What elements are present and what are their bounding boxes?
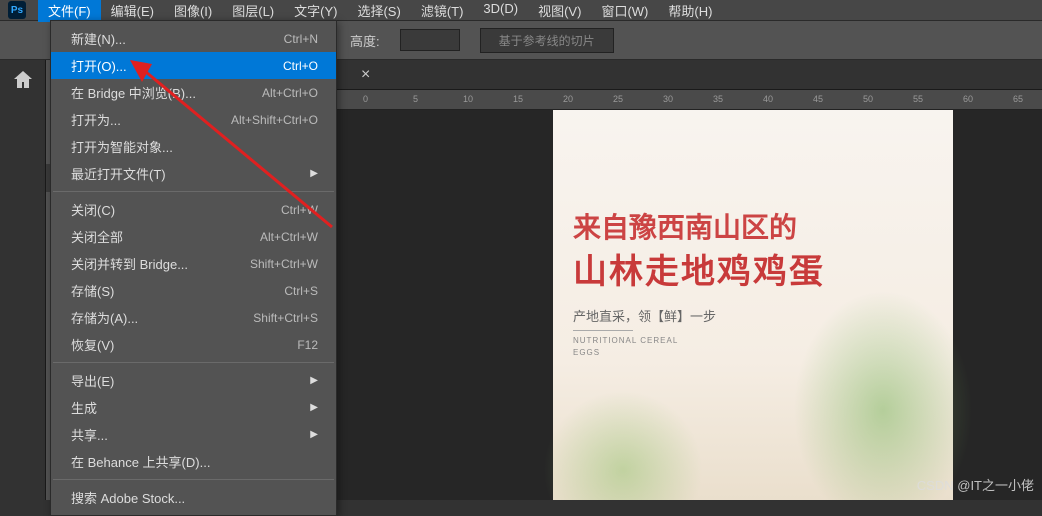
- ruler-mark: 10: [463, 94, 473, 104]
- menu-item-shortcut: Shift+Ctrl+W: [250, 257, 318, 271]
- file-menu-item-14[interactable]: 导出(E) ▶: [51, 367, 336, 394]
- menu-item-label: 生成: [71, 398, 97, 417]
- ps-logo-icon: Ps: [8, 1, 26, 19]
- menu-item-shortcut: Alt+Ctrl+W: [260, 230, 318, 244]
- height-input[interactable]: [400, 29, 460, 51]
- menu-item-shortcut: Ctrl+S: [284, 284, 318, 298]
- ruler-mark: 40: [763, 94, 773, 104]
- home-icon[interactable]: [10, 68, 36, 92]
- menu-separator: [53, 362, 334, 363]
- menu-item-label: 导出(E): [71, 371, 114, 390]
- menu-item-shortcut: Alt+Ctrl+O: [262, 86, 318, 100]
- ruler-mark: 50: [863, 94, 873, 104]
- menu-item-label: 最近打开文件(T): [71, 164, 166, 183]
- height-label: 高度:: [350, 31, 380, 50]
- menu-item-shortcut: Alt+Shift+Ctrl+O: [231, 113, 318, 127]
- file-menu-item-10[interactable]: 存储(S) Ctrl+S: [51, 277, 336, 304]
- menu-view[interactable]: 视图(V): [528, 0, 591, 22]
- menu-item-shortcut: Ctrl+O: [283, 59, 318, 73]
- menu-item-label: 关闭全部: [71, 227, 123, 246]
- file-menu-item-15[interactable]: 生成 ▶: [51, 394, 336, 421]
- ruler-mark: 35: [713, 94, 723, 104]
- file-menu-item-0[interactable]: 新建(N)... Ctrl+N: [51, 25, 336, 52]
- submenu-arrow-icon: ▶: [310, 402, 318, 413]
- ruler-mark: 15: [513, 94, 523, 104]
- menu-separator: [53, 479, 334, 480]
- menu-separator: [53, 191, 334, 192]
- menu-file[interactable]: 文件(F): [38, 0, 101, 22]
- file-menu-item-17[interactable]: 在 Behance 上共享(D)...: [51, 448, 336, 475]
- menu-item-label: 打开(O)...: [71, 56, 127, 75]
- menu-item-label: 打开为智能对象...: [71, 137, 173, 156]
- menu-item-label: 关闭并转到 Bridge...: [71, 254, 188, 273]
- artboard-title-2: 山林走地鸡鸡蛋: [573, 244, 825, 293]
- menubar: Ps 文件(F) 编辑(E) 图像(I) 图层(L) 文字(Y) 选择(S) 滤…: [0, 0, 1042, 20]
- menu-layer[interactable]: 图层(L): [222, 0, 284, 22]
- menu-item-shortcut: Ctrl+W: [281, 203, 318, 217]
- ruler-mark: 55: [913, 94, 923, 104]
- menu-image[interactable]: 图像(I): [164, 0, 222, 22]
- menu-filter[interactable]: 滤镜(T): [411, 0, 474, 22]
- ruler-mark: 65: [1013, 94, 1023, 104]
- menu-item-label: 存储为(A)...: [71, 308, 138, 327]
- file-menu-item-7[interactable]: 关闭(C) Ctrl+W: [51, 196, 336, 223]
- menu-item-shortcut: Shift+Ctrl+S: [253, 311, 318, 325]
- ruler-mark: 25: [613, 94, 623, 104]
- submenu-arrow-icon: ▶: [310, 429, 318, 440]
- file-menu-item-16[interactable]: 共享... ▶: [51, 421, 336, 448]
- tab-close-icon[interactable]: ×: [353, 66, 378, 84]
- file-menu-item-4[interactable]: 打开为智能对象...: [51, 133, 336, 160]
- artboard-en-2: EGGS: [573, 348, 600, 357]
- menu-item-label: 在 Behance 上共享(D)...: [71, 452, 210, 471]
- ruler-mark: 5: [413, 94, 418, 104]
- menu-select[interactable]: 选择(S): [347, 0, 410, 22]
- artboard-title-1: 来自豫西南山区的: [573, 206, 797, 246]
- file-menu-item-12[interactable]: 恢复(V) F12: [51, 331, 336, 358]
- artboard: 来自豫西南山区的 山林走地鸡鸡蛋 产地直采，领【鲜】一步 NUTRITIONAL…: [553, 110, 953, 500]
- watermark: CSDN @IT之一小佬: [917, 475, 1034, 494]
- menu-item-label: 关闭(C): [71, 200, 115, 219]
- file-menu-item-2[interactable]: 在 Bridge 中浏览(B)... Alt+Ctrl+O: [51, 79, 336, 106]
- file-menu-item-8[interactable]: 关闭全部 Alt+Ctrl+W: [51, 223, 336, 250]
- ruler-mark: 0: [363, 94, 368, 104]
- artboard-subtitle: 产地直采，领【鲜】一步: [573, 306, 716, 325]
- menu-item-shortcut: F12: [297, 338, 318, 352]
- file-dropdown: 新建(N)... Ctrl+N 打开(O)... Ctrl+O 在 Bridge 中浏览…: [50, 20, 337, 516]
- menu-window[interactable]: 窗口(W): [591, 0, 658, 22]
- file-menu-item-9[interactable]: 关闭并转到 Bridge... Shift+Ctrl+W: [51, 250, 336, 277]
- file-menu-item-11[interactable]: 存储为(A)... Shift+Ctrl+S: [51, 304, 336, 331]
- file-menu-item-5[interactable]: 最近打开文件(T) ▶: [51, 160, 336, 187]
- submenu-arrow-icon: ▶: [310, 168, 318, 179]
- menu-item-shortcut: Ctrl+N: [284, 32, 318, 46]
- artboard-divider: [573, 330, 633, 331]
- home-strip: [0, 60, 46, 500]
- file-menu-item-19[interactable]: 搜索 Adobe Stock...: [51, 484, 336, 511]
- file-menu-item-3[interactable]: 打开为... Alt+Shift+Ctrl+O: [51, 106, 336, 133]
- menu-item-label: 搜索 Adobe Stock...: [71, 488, 185, 507]
- ruler-mark: 30: [663, 94, 673, 104]
- submenu-arrow-icon: ▶: [310, 375, 318, 386]
- menu-item-label: 打开为...: [71, 110, 121, 129]
- menu-3d[interactable]: 3D(D): [473, 0, 528, 22]
- ruler-mark: 20: [563, 94, 573, 104]
- menu-item-label: 恢复(V): [71, 335, 114, 354]
- menu-edit[interactable]: 编辑(E): [101, 0, 164, 22]
- menu-item-label: 共享...: [71, 425, 108, 444]
- artboard-en-1: NUTRITIONAL CEREAL: [573, 336, 678, 345]
- menu-item-label: 新建(N)...: [71, 29, 126, 48]
- ruler-mark: 45: [813, 94, 823, 104]
- slice-button[interactable]: 基于参考线的切片: [480, 28, 614, 53]
- menu-help[interactable]: 帮助(H): [658, 0, 722, 22]
- menu-item-label: 存储(S): [71, 281, 114, 300]
- ruler-mark: 60: [963, 94, 973, 104]
- menu-item-label: 在 Bridge 中浏览(B)...: [71, 83, 196, 102]
- file-menu-item-1[interactable]: 打开(O)... Ctrl+O: [51, 52, 336, 79]
- menu-items: 文件(F) 编辑(E) 图像(I) 图层(L) 文字(Y) 选择(S) 滤镜(T…: [38, 0, 722, 22]
- menu-type[interactable]: 文字(Y): [284, 0, 347, 22]
